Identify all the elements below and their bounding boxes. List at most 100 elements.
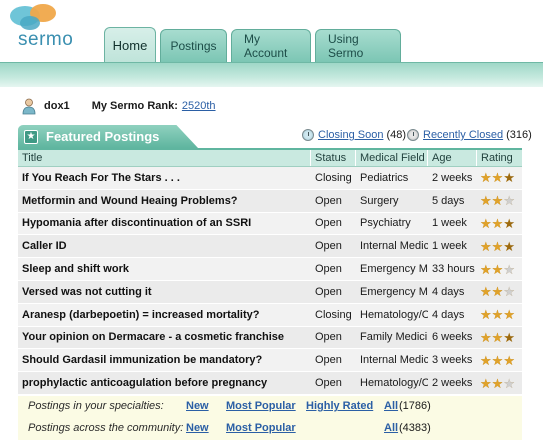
posting-rating: ★ ★ ★ bbox=[477, 167, 522, 189]
closing-soon-count: (48) bbox=[386, 129, 406, 141]
footer-community-label: Postings across the community: bbox=[28, 422, 184, 434]
table-body: If You Reach For The Stars . . . Closing P… bbox=[18, 167, 522, 395]
posting-title[interactable]: Sleep and shift work bbox=[18, 258, 311, 280]
main-nav-tabs: Home Postings My Account Using Sermo bbox=[104, 27, 401, 62]
posting-title[interactable]: Your opinion on Dermacare - a cosmetic f… bbox=[18, 327, 311, 349]
posting-title[interactable]: Should Gardasil immunization be mandator… bbox=[18, 349, 311, 371]
header-title[interactable]: Title bbox=[18, 150, 311, 166]
posting-title[interactable]: Hypomania after discontinuation of an SS… bbox=[18, 213, 311, 235]
star-icon: ★ bbox=[24, 129, 38, 144]
posting-title[interactable]: Caller ID bbox=[18, 235, 311, 257]
posting-title[interactable]: If You Reach For The Stars . . . bbox=[18, 167, 311, 189]
posting-age: 2 weeks bbox=[432, 377, 473, 390]
table-row[interactable]: Caller ID Open Internal Medic 1 week ★ ★ ★ bbox=[18, 235, 522, 259]
star-icon: ★ bbox=[503, 261, 515, 277]
posting-status: Open bbox=[315, 217, 342, 230]
posting-age: 3 weeks bbox=[432, 354, 473, 367]
posting-medical-field: Emergency Me bbox=[360, 285, 428, 298]
posting-medical-field: Surgery bbox=[360, 194, 399, 207]
header-rating[interactable]: Rating bbox=[477, 150, 522, 166]
star-icon: ★ bbox=[503, 329, 515, 345]
posting-status: Open bbox=[315, 263, 342, 276]
star-icon: ★ bbox=[503, 238, 515, 254]
specialties-new-link[interactable]: New bbox=[186, 400, 209, 412]
logo-bubble-teal bbox=[20, 16, 40, 30]
username: dox1 bbox=[44, 100, 70, 112]
posting-rating: ★ ★ ★ bbox=[477, 281, 522, 303]
table-row[interactable]: Metformin and Wound Heaing Problems? Open… bbox=[18, 189, 522, 213]
tab-home[interactable]: Home bbox=[104, 27, 156, 62]
star-icon: ★ bbox=[491, 193, 504, 209]
logo-text: sermo bbox=[18, 29, 74, 50]
user-icon bbox=[22, 98, 36, 114]
star-icon: ★ bbox=[480, 215, 492, 231]
posting-medical-field: Internal Medic bbox=[360, 240, 428, 253]
clock-icon bbox=[302, 129, 314, 141]
table-row[interactable]: Should Gardasil immunization be mandator… bbox=[18, 349, 522, 373]
table-row[interactable]: Your opinion on Dermacare - a cosmetic f… bbox=[18, 326, 522, 350]
featured-postings-title: Featured Postings bbox=[46, 129, 160, 144]
star-icon: ★ bbox=[503, 284, 515, 300]
star-icon: ★ bbox=[503, 352, 515, 368]
star-icon: ★ bbox=[491, 215, 504, 231]
table-row[interactable]: If You Reach For The Stars . . . Closing P… bbox=[18, 167, 522, 190]
star-icon: ★ bbox=[491, 284, 504, 300]
recently-closed-count: (316) bbox=[506, 129, 532, 141]
header-age[interactable]: Age bbox=[428, 150, 477, 166]
community-all-count: (4383) bbox=[399, 422, 431, 434]
table-row[interactable]: prophylactic anticoagulation before preg… bbox=[18, 372, 522, 395]
rank-label: My Sermo Rank: bbox=[91, 100, 178, 112]
footer-specialties-row: Postings in your specialties: New Most P… bbox=[18, 396, 522, 416]
star-icon: ★ bbox=[491, 375, 504, 391]
posting-age: 2 weeks bbox=[432, 171, 473, 184]
recently-closed-link-group: Recently Closed (316) bbox=[407, 127, 532, 143]
specialties-all-link[interactable]: All bbox=[384, 400, 398, 412]
posting-medical-field: Pediatrics bbox=[360, 171, 409, 184]
posting-title[interactable]: prophylactic anticoagulation before preg… bbox=[18, 372, 311, 394]
star-icon: ★ bbox=[503, 170, 515, 186]
tab-using-sermo[interactable]: Using Sermo bbox=[315, 29, 401, 62]
table-row[interactable]: Versed was not cutting it Open Emergency M… bbox=[18, 280, 522, 304]
header-medical-field[interactable]: Medical Field bbox=[356, 150, 428, 166]
community-all-link[interactable]: All bbox=[384, 422, 398, 434]
posting-rating: ★ ★ ★ bbox=[477, 327, 522, 349]
posting-rating: ★ ★ ★ bbox=[477, 258, 522, 280]
specialties-most-popular-link[interactable]: Most Popular bbox=[226, 400, 296, 412]
table-row[interactable]: Sleep and shift work Open Emergency Me 33 h… bbox=[18, 258, 522, 281]
posting-status: Open bbox=[315, 240, 342, 253]
posting-medical-field: Internal Medic bbox=[360, 354, 428, 367]
posting-age: 1 week bbox=[432, 217, 467, 230]
star-icon: ★ bbox=[503, 215, 515, 231]
tab-my-account[interactable]: My Account bbox=[231, 29, 311, 62]
posting-title[interactable]: Versed was not cutting it bbox=[18, 281, 311, 303]
specialties-highly-rated-link[interactable]: Highly Rated bbox=[306, 400, 373, 412]
posting-age: 6 weeks bbox=[432, 331, 473, 344]
postings-footer: Postings in your specialties: New Most P… bbox=[18, 396, 522, 440]
star-icon: ★ bbox=[491, 261, 504, 277]
posting-rating: ★ ★ ★ bbox=[477, 349, 522, 371]
posting-medical-field: Emergency Me bbox=[360, 263, 428, 276]
posting-status: Open bbox=[315, 331, 342, 344]
star-icon: ★ bbox=[503, 193, 515, 209]
posting-title[interactable]: Metformin and Wound Heaing Problems? bbox=[18, 190, 311, 212]
community-most-popular-link[interactable]: Most Popular bbox=[226, 422, 296, 434]
posting-status: Open bbox=[315, 285, 342, 298]
closing-soon-link[interactable]: Closing Soon bbox=[318, 129, 383, 141]
table-row[interactable]: Hypomania after discontinuation of an SS… bbox=[18, 212, 522, 236]
tab-postings[interactable]: Postings bbox=[160, 29, 227, 62]
rank-link[interactable]: 2520th bbox=[182, 100, 216, 112]
header-status[interactable]: Status bbox=[311, 150, 356, 166]
star-icon: ★ bbox=[491, 329, 504, 345]
sermo-logo[interactable]: sermo bbox=[8, 4, 88, 54]
table-row[interactable]: Aranesp (darbepoetin) = increased mortal… bbox=[18, 303, 522, 327]
posting-title[interactable]: Aranesp (darbepoetin) = increased mortal… bbox=[18, 304, 311, 326]
featured-postings-table: Title Status Medical Field Age Rating If… bbox=[18, 148, 522, 395]
posting-age: 4 days bbox=[432, 285, 465, 298]
posting-medical-field: Psychiatry bbox=[360, 217, 411, 230]
posting-medical-field: Hematology/O bbox=[360, 308, 428, 321]
closing-soon-link-group: Closing Soon (48) bbox=[302, 127, 406, 143]
star-icon: ★ bbox=[491, 238, 504, 254]
table-header: Title Status Medical Field Age Rating bbox=[18, 150, 522, 167]
community-new-link[interactable]: New bbox=[186, 422, 209, 434]
recently-closed-link[interactable]: Recently Closed bbox=[423, 129, 503, 141]
